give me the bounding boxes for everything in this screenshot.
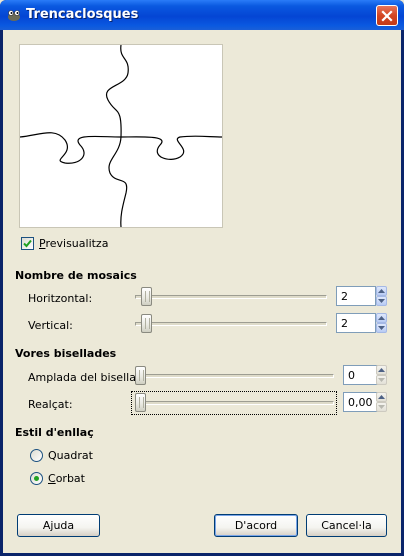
highlight-slider-thumb[interactable] bbox=[135, 393, 146, 412]
arrow-down-icon bbox=[378, 299, 385, 303]
title-bar[interactable]: Trencaclosques bbox=[0, 0, 404, 30]
horizontal-slider-track[interactable] bbox=[135, 295, 327, 299]
checkmark-icon bbox=[23, 239, 32, 248]
spin-up-button[interactable] bbox=[376, 365, 387, 375]
vertical-slider-thumb[interactable] bbox=[141, 314, 152, 333]
highlight-label: Realçat: bbox=[28, 398, 73, 411]
close-button[interactable] bbox=[376, 5, 398, 26]
horizontal-spinner[interactable] bbox=[376, 286, 387, 306]
window-title: Trencaclosques bbox=[26, 7, 139, 22]
close-icon bbox=[381, 9, 393, 22]
arrow-up-icon bbox=[378, 368, 385, 372]
preview-checkbox-label[interactable]: Previsualitza bbox=[39, 237, 108, 250]
curved-label-mnemonic: C bbox=[48, 472, 56, 485]
bevel-heading: Vores bisellades bbox=[15, 347, 117, 360]
jigsaw-style-heading: Estil d'enllaç bbox=[15, 426, 94, 439]
bevel-width-spinner[interactable] bbox=[376, 365, 387, 385]
preview-canvas bbox=[19, 44, 223, 228]
ok-button[interactable]: D'acord bbox=[214, 514, 298, 537]
vertical-value-field[interactable]: 2 bbox=[336, 313, 376, 333]
tile-count-heading: Nombre de mosaics bbox=[15, 269, 137, 282]
preview-label-rest: revisualitza bbox=[45, 237, 109, 250]
spin-down-button[interactable] bbox=[376, 402, 387, 412]
help-button[interactable]: Ajuda bbox=[17, 514, 100, 537]
bevel-width-label: Amplada del bisellat: bbox=[28, 371, 144, 384]
bevel-width-slider-track[interactable] bbox=[136, 374, 334, 378]
radio-selected-dot bbox=[34, 476, 39, 481]
horizontal-value-field[interactable]: 2 bbox=[336, 286, 376, 306]
spin-up-button[interactable] bbox=[376, 313, 387, 323]
gimp-wilber-icon bbox=[8, 10, 20, 21]
jigsaw-preview-image bbox=[19, 44, 223, 228]
arrow-up-icon bbox=[378, 395, 385, 399]
spin-up-button[interactable] bbox=[376, 392, 387, 402]
arrow-down-icon bbox=[378, 326, 385, 330]
horizontal-label: Horitzontal: bbox=[28, 292, 93, 305]
vertical-label: Vertical: bbox=[28, 319, 73, 332]
arrow-down-icon bbox=[378, 405, 385, 409]
radio-square[interactable] bbox=[30, 449, 43, 462]
curved-label-rest: orbat bbox=[55, 472, 85, 485]
spin-down-button[interactable] bbox=[376, 323, 387, 333]
spin-up-button[interactable] bbox=[376, 286, 387, 296]
radio-square-label[interactable]: Quadrat bbox=[48, 449, 93, 462]
dialog-body: Previsualitza Nombre de mosaics Horitzon… bbox=[3, 30, 401, 553]
vertical-spinner[interactable] bbox=[376, 313, 387, 333]
arrow-down-icon bbox=[378, 378, 385, 382]
highlight-slider-track[interactable] bbox=[136, 401, 334, 405]
radio-curved-label[interactable]: Corbat bbox=[48, 472, 85, 485]
spin-down-button[interactable] bbox=[376, 296, 387, 306]
preview-checkbox[interactable] bbox=[21, 237, 34, 250]
radio-curved[interactable] bbox=[30, 472, 43, 485]
horizontal-slider-thumb[interactable] bbox=[141, 287, 152, 306]
highlight-spinner[interactable] bbox=[376, 392, 387, 412]
spin-down-button[interactable] bbox=[376, 375, 387, 385]
arrow-up-icon bbox=[378, 289, 385, 293]
bevel-width-slider-thumb[interactable] bbox=[135, 366, 146, 385]
cancel-button[interactable]: Cancel·la bbox=[306, 514, 387, 537]
vertical-slider-track[interactable] bbox=[135, 322, 327, 326]
dialog-window: Trencaclosques Previsualitza Nombre de m… bbox=[0, 0, 404, 556]
arrow-up-icon bbox=[378, 316, 385, 320]
